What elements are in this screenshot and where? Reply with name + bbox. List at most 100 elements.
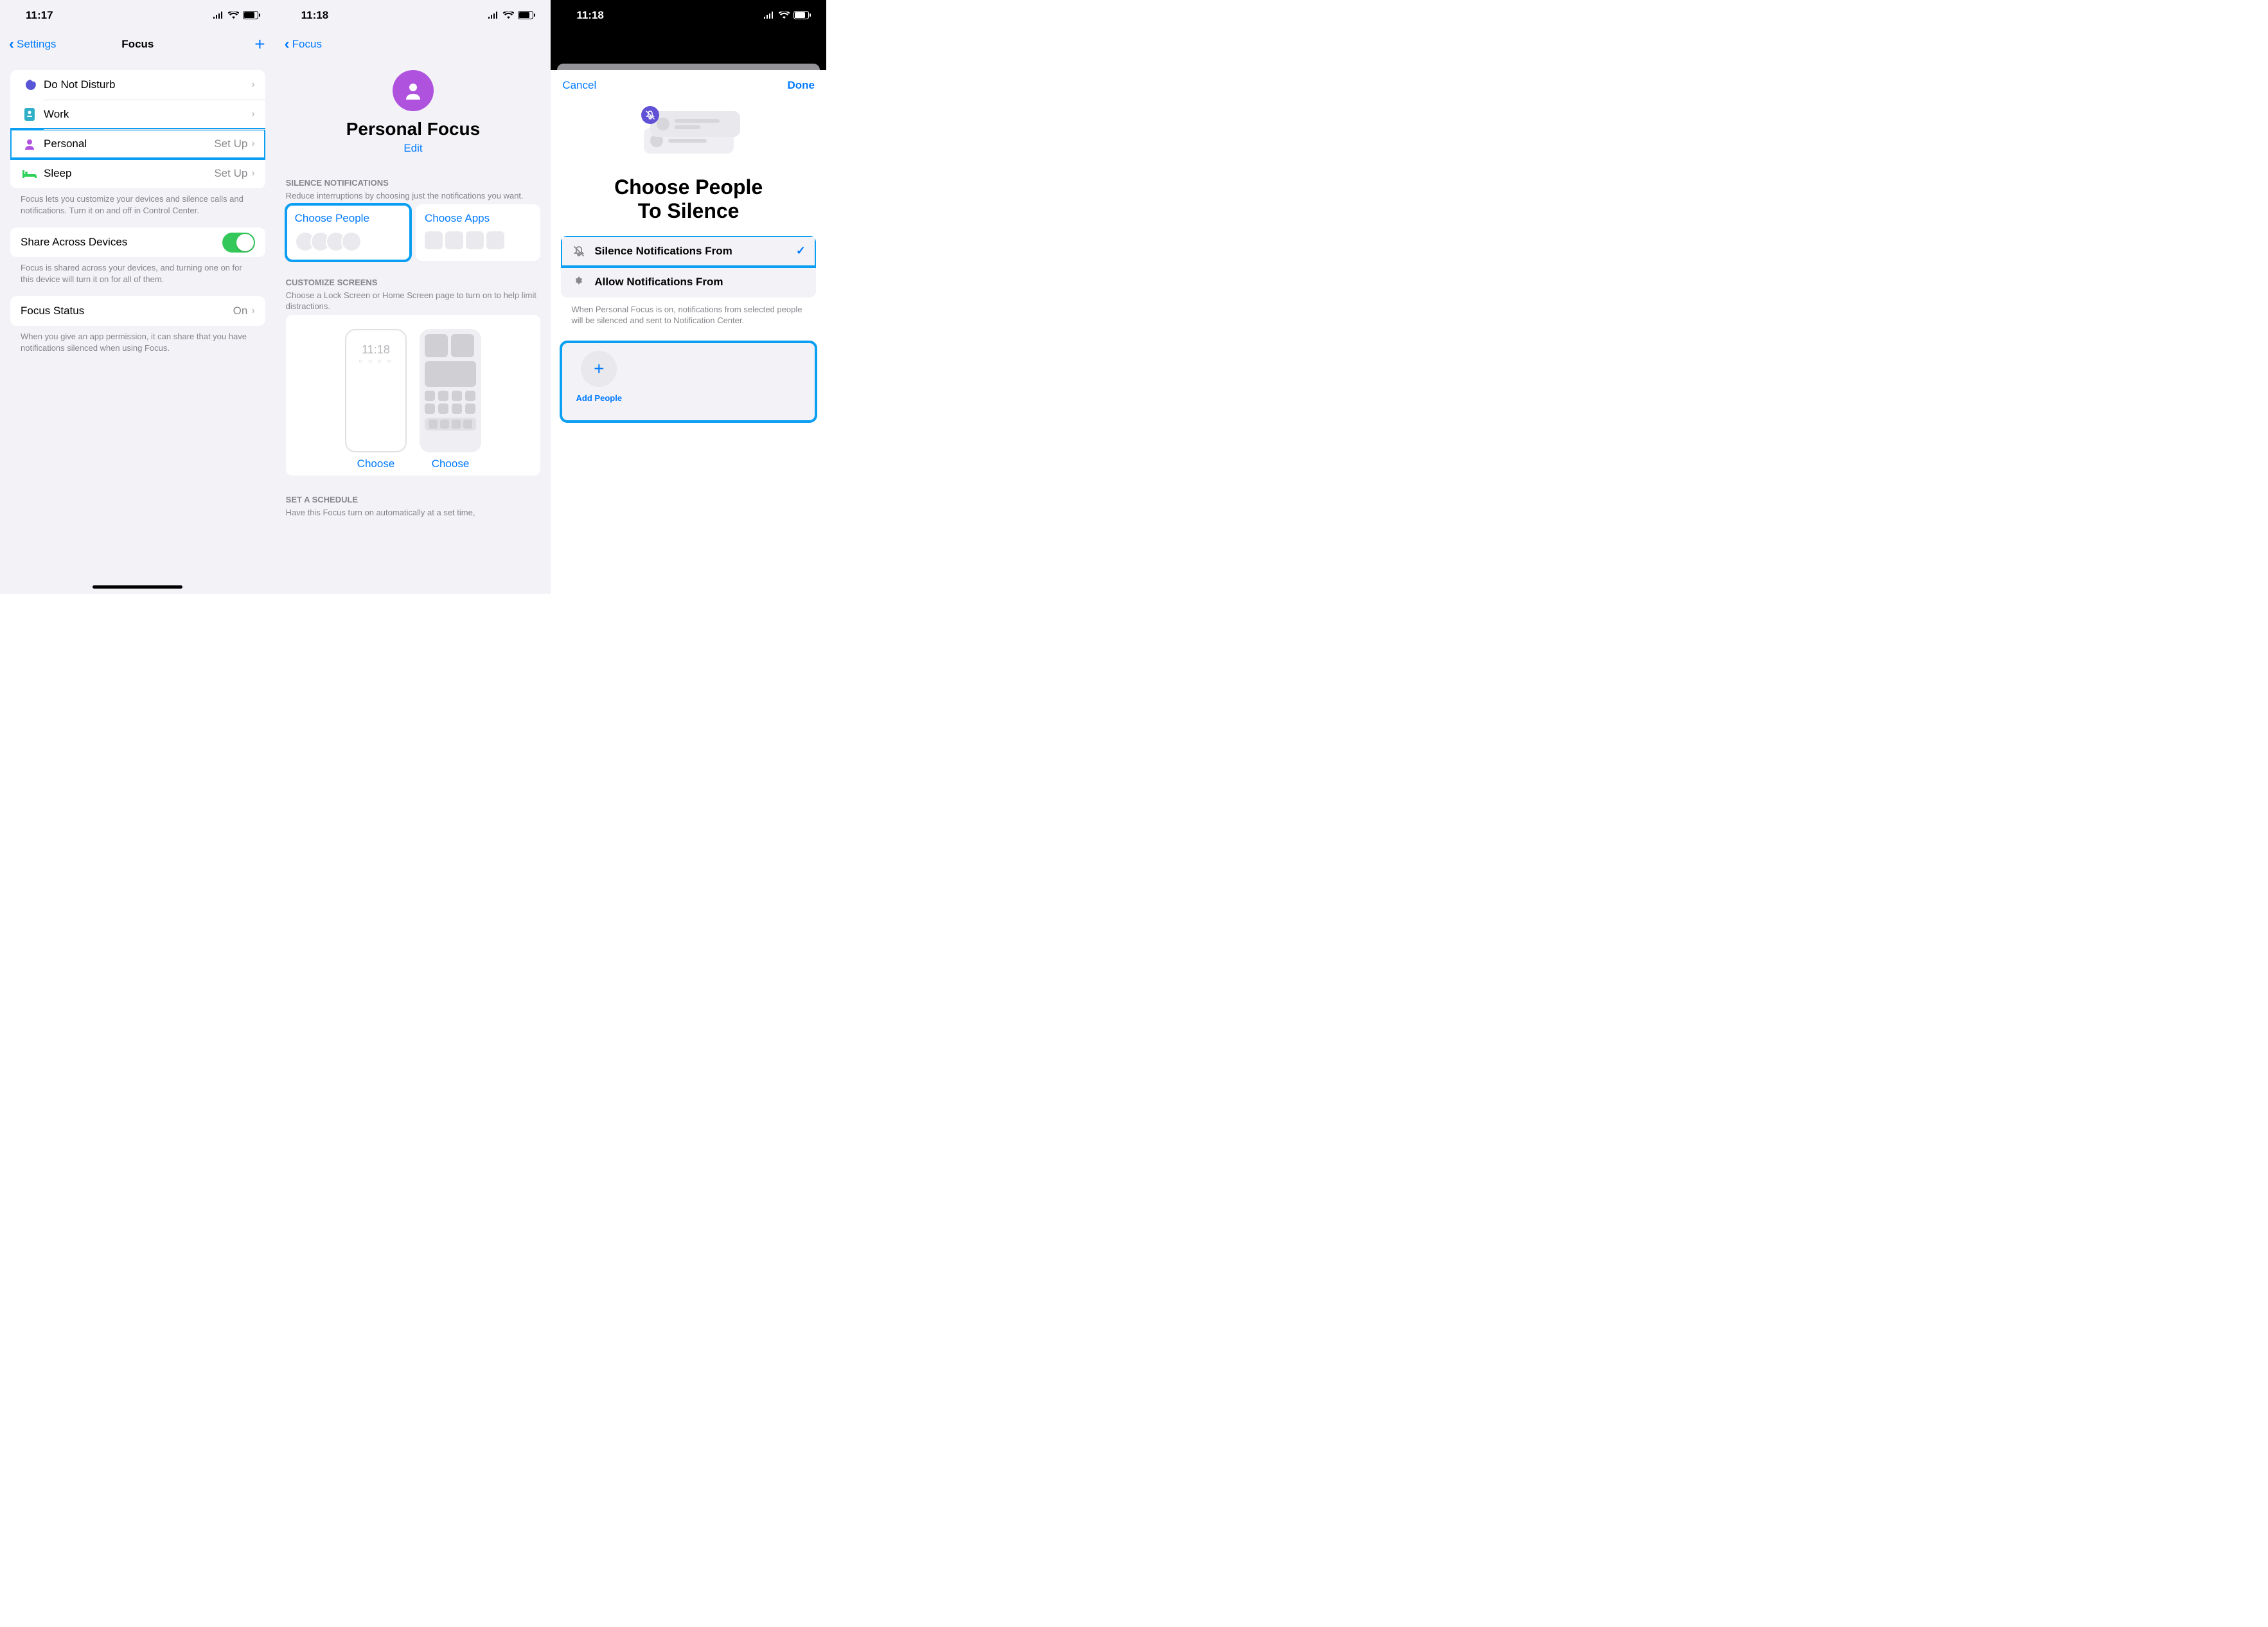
chevron-right-icon: › (251, 79, 254, 91)
focus-header: Personal Focus Edit (276, 58, 551, 161)
back-label: Focus (292, 38, 322, 51)
status-bar: 11:18 (276, 0, 551, 30)
row-label: Do Not Disturb (44, 78, 251, 91)
status-bar: 11:18 (551, 0, 826, 30)
bell-slash-icon (571, 245, 587, 258)
choose-apps-card[interactable]: Choose Apps (416, 204, 540, 261)
sheet-title: Choose PeopleTo Silence (551, 175, 826, 223)
back-button[interactable]: ‹ Focus (285, 37, 322, 52)
nav-header: ‹ Focus (276, 30, 551, 58)
person-icon (21, 138, 39, 150)
sheet-header: Cancel Done (551, 70, 826, 101)
wifi-icon (503, 12, 514, 19)
nav-header: ‹ Settings Focus + (0, 30, 276, 58)
preview-dots: ○ ○ ○ ○ (359, 358, 393, 365)
battery-icon (518, 11, 535, 19)
choose-lock-button[interactable]: Choose (357, 458, 395, 470)
row-label: Work (44, 108, 251, 121)
screen-previews: 11:18 ○ ○ ○ ○ Choose Choose (286, 315, 541, 476)
status-bar: 11:17 (0, 0, 276, 30)
status-time: 11:18 (576, 9, 604, 22)
cancel-button[interactable]: Cancel (562, 79, 596, 92)
bed-icon (21, 169, 39, 178)
option-label: Allow Notifications From (594, 276, 806, 289)
row-label: Sleep (44, 167, 214, 180)
preview-time: 11:18 (362, 343, 390, 357)
battery-icon (793, 11, 811, 19)
status-time: 11:17 (26, 9, 53, 22)
row-label: Personal (44, 138, 214, 150)
add-focus-button[interactable]: + (254, 34, 265, 55)
star-badge-icon (571, 276, 587, 289)
people-placeholders (295, 231, 402, 252)
focus-row-work[interactable]: Work › (10, 100, 265, 129)
moon-icon (21, 78, 39, 91)
status-icons (763, 11, 811, 19)
badge-icon (21, 108, 39, 121)
card-title: Choose People (295, 212, 402, 225)
chevron-right-icon: › (251, 305, 254, 317)
plus-icon: + (581, 351, 617, 387)
screen-choose-people: 11:18 Cancel Done Choose PeopleTo Silenc… (551, 0, 826, 594)
allow-from-option[interactable]: Allow Notifications From (561, 267, 816, 298)
row-detail: Set Up (214, 167, 247, 180)
focus-row-personal[interactable]: Personal Set Up › (10, 129, 265, 159)
section-header: SET A SCHEDULE (276, 495, 551, 506)
checkmark-icon: ✓ (796, 244, 806, 258)
screen-focus-list: 11:17 ‹ Settings Focus + Do Not Disturb … (0, 0, 276, 594)
focus-row-dnd[interactable]: Do Not Disturb › (10, 70, 265, 100)
section-footer: When you give an app permission, it can … (10, 326, 265, 353)
focus-title: Personal Focus (276, 119, 551, 139)
focus-status-row[interactable]: Focus Status On › (10, 296, 265, 326)
status-icons (213, 11, 260, 19)
share-across-devices-row: Share Across Devices (10, 227, 265, 257)
section-footer: When Personal Focus is on, notifications… (551, 298, 826, 326)
section-header: CUSTOMIZE SCREENS (276, 278, 551, 289)
illustration (631, 106, 747, 164)
choose-home-button[interactable]: Choose (432, 458, 470, 470)
row-detail: Set Up (214, 138, 247, 150)
cellular-icon (763, 12, 775, 19)
edit-button[interactable]: Edit (276, 142, 551, 155)
apps-placeholders (425, 231, 531, 249)
bell-slash-icon (641, 106, 659, 124)
choose-people-card[interactable]: Choose People (286, 204, 411, 261)
chevron-left-icon: ‹ (9, 37, 14, 52)
chevron-left-icon: ‹ (285, 37, 290, 52)
section-sub: Reduce interruptions by choosing just th… (276, 189, 551, 202)
wifi-icon (779, 12, 790, 19)
add-people-box[interactable]: + Add People (561, 342, 816, 422)
chevron-right-icon: › (251, 138, 254, 150)
share-toggle[interactable] (222, 233, 255, 253)
lock-screen-preview[interactable]: 11:18 ○ ○ ○ ○ (345, 329, 407, 452)
wifi-icon (228, 12, 239, 19)
home-indicator[interactable] (93, 585, 182, 589)
row-label: Share Across Devices (21, 236, 222, 249)
battery-icon (243, 11, 260, 19)
focus-row-sleep[interactable]: Sleep Set Up › (10, 159, 265, 188)
row-detail: On (233, 305, 248, 317)
option-label: Silence Notifications From (594, 245, 796, 258)
silence-options-list: Silence Notifications From ✓ Allow Notif… (561, 236, 816, 298)
section-footer: Focus is shared across your devices, and… (10, 257, 265, 285)
silence-from-option[interactable]: Silence Notifications From ✓ (561, 236, 816, 267)
chevron-right-icon: › (251, 109, 254, 120)
home-screen-preview[interactable] (420, 329, 481, 452)
section-sub: Have this Focus turn on automatically at… (276, 506, 551, 519)
cellular-icon (213, 12, 224, 19)
add-people-label: Add People (576, 393, 623, 403)
person-icon (393, 70, 434, 111)
cellular-icon (488, 12, 499, 19)
back-label: Settings (17, 38, 56, 51)
section-header: SILENCE NOTIFICATIONS (276, 178, 551, 189)
screen-personal-focus: 11:18 ‹ Focus Personal Focus Edit SILENC… (276, 0, 551, 594)
done-button[interactable]: Done (787, 79, 815, 92)
status-icons (488, 11, 535, 19)
section-sub: Choose a Lock Screen or Home Screen page… (276, 289, 551, 312)
back-button[interactable]: ‹ Settings (9, 37, 56, 52)
card-title: Choose Apps (425, 212, 531, 225)
status-time: 11:18 (301, 9, 329, 22)
section-footer: Focus lets you customize your devices an… (10, 188, 265, 216)
focus-modes-list: Do Not Disturb › Work › Personal Set Up … (10, 70, 265, 188)
chevron-right-icon: › (251, 168, 254, 179)
